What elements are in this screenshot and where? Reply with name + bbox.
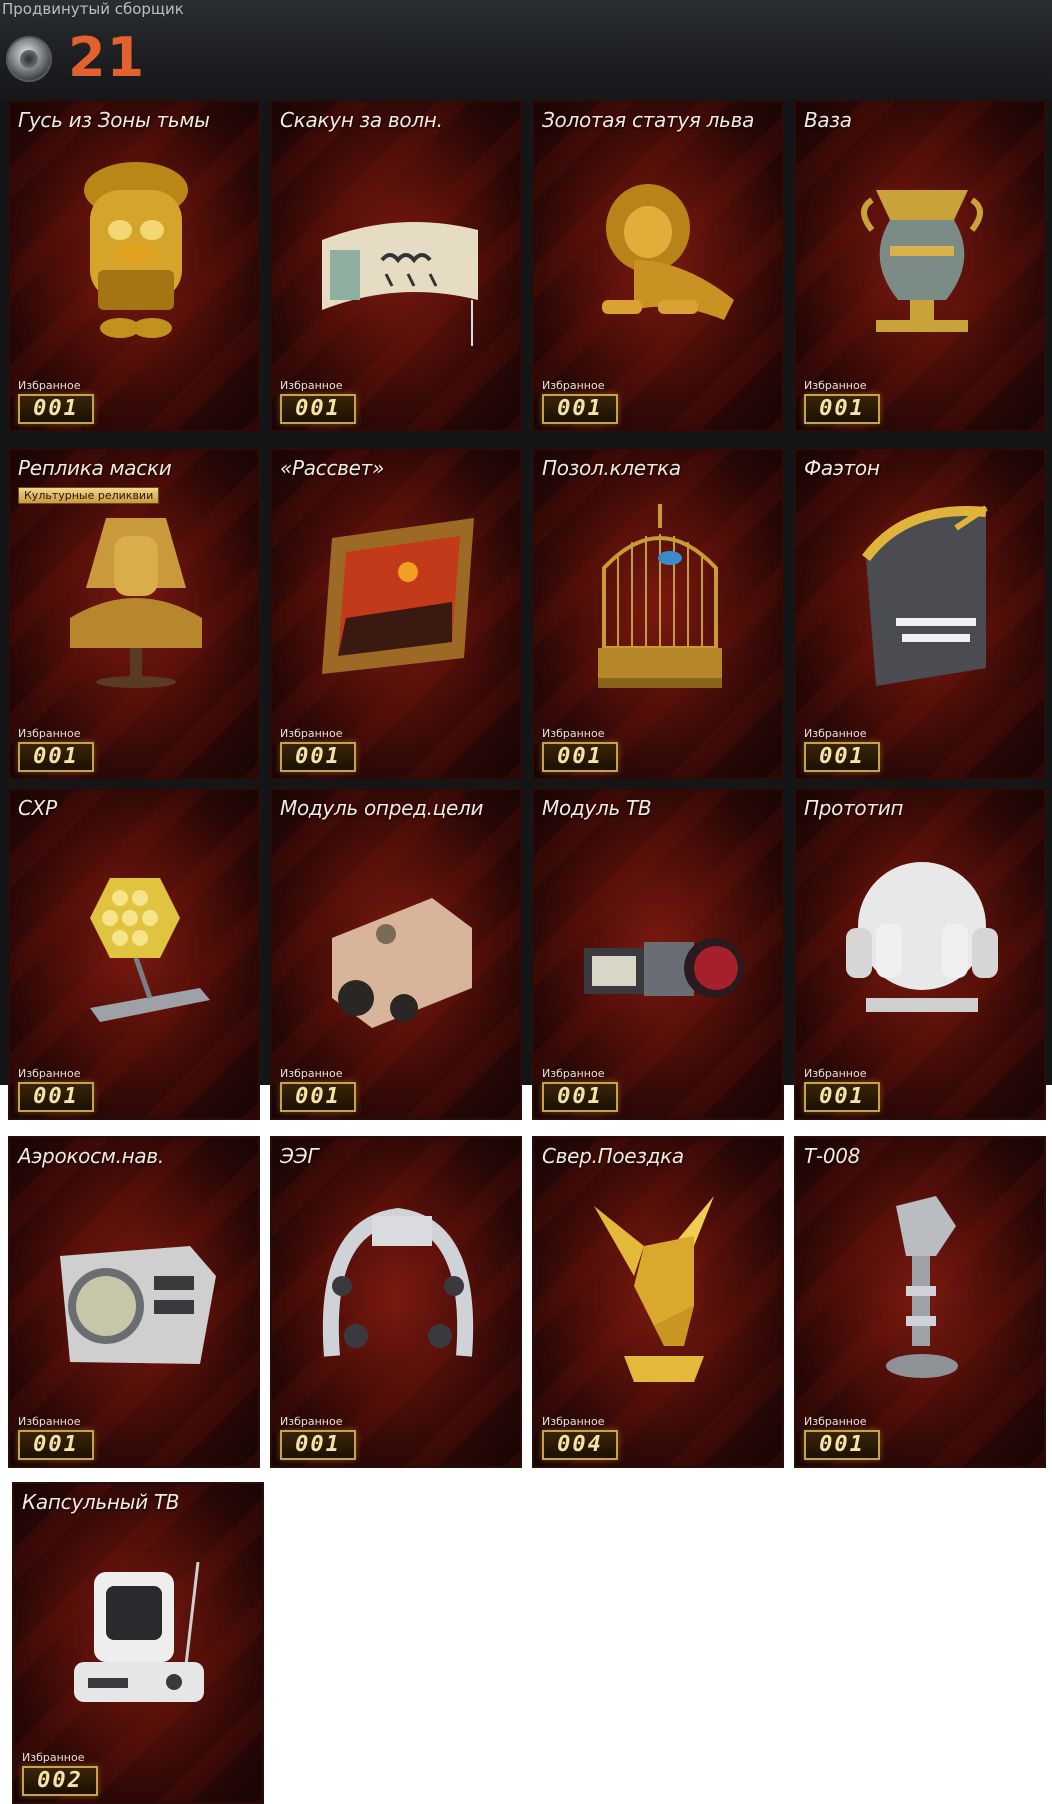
- gold-vase-icon: [861, 190, 983, 332]
- item-card[interactable]: Гусь из Зоны тьмы Избранное 001: [8, 100, 260, 432]
- item-name: СХР: [18, 796, 57, 820]
- favorite-label: Избранное: [18, 1415, 81, 1428]
- quantity-badge: 001: [18, 394, 94, 424]
- item-card[interactable]: Скакун за волн. Избранное 001: [270, 100, 522, 432]
- doomsday-clock-plaque-icon: [861, 505, 988, 686]
- favorite-label: Избранное: [280, 727, 343, 740]
- item-card[interactable]: СХР Избранное 001: [8, 788, 260, 1120]
- item-card[interactable]: Золотая статуя льва Избранное 001: [532, 100, 784, 432]
- prestige-emblem-icon: [6, 36, 52, 82]
- item-card[interactable]: Модуль опред.цели Избранное 001: [270, 788, 522, 1120]
- favorite-label: Избранное: [280, 1415, 343, 1428]
- favorite-label: Избранное: [18, 727, 81, 740]
- item-name: Прототип: [804, 796, 904, 820]
- item-name: Позол.клетка: [542, 456, 681, 480]
- item-card[interactable]: Свер.Поездка Избранное 004: [532, 1136, 784, 1468]
- quantity-badge: 001: [18, 742, 94, 772]
- quantity-badge: 001: [804, 1082, 880, 1112]
- item-card[interactable]: Модуль ТВ Избранное 001: [532, 788, 784, 1120]
- item-name: Реплика маски: [18, 456, 172, 480]
- item-name: Скакун за волн.: [280, 108, 443, 132]
- quantity-badge: 001: [280, 1082, 356, 1112]
- aerospace-nav-device-icon: [60, 1246, 216, 1364]
- hex-mirror-array-icon: [90, 878, 210, 1022]
- favorite-label: Избранное: [18, 379, 81, 392]
- item-name: Аэрокосм.нав.: [18, 1144, 164, 1168]
- gold-lion-statue-icon: [602, 184, 734, 320]
- favorite-label: Избранное: [804, 1067, 867, 1080]
- pharaoh-mask-icon: [70, 518, 202, 688]
- quantity-badge: 001: [280, 742, 356, 772]
- item-card[interactable]: ЭЭГ Избранное 001: [270, 1136, 522, 1468]
- item-name: Модуль ТВ: [542, 796, 652, 820]
- item-name: Фаэтон: [804, 456, 880, 480]
- framed-painting-icon: [322, 518, 474, 674]
- item-card[interactable]: Прототип Избранное 001: [794, 788, 1046, 1120]
- item-name: Свер.Поездка: [542, 1144, 684, 1168]
- item-name: Золотая статуя льва: [542, 108, 755, 132]
- favorite-label: Избранное: [542, 1415, 605, 1428]
- eeg-headset-icon: [322, 1207, 474, 1357]
- header-bar: Продвинутый сборщик 21: [0, 0, 1052, 100]
- item-card[interactable]: Капсульный ТВ Избранное 002: [12, 1482, 264, 1804]
- item-name: Модуль опред.цели: [280, 796, 484, 820]
- favorite-label: Избранное: [18, 1067, 81, 1080]
- favorite-label: Избранное: [804, 727, 867, 740]
- item-name: Ваза: [804, 108, 852, 132]
- favorite-label: Избранное: [542, 727, 605, 740]
- item-name: Капсульный ТВ: [22, 1490, 180, 1514]
- item-card[interactable]: Реплика маски Культурные реликвии Избран…: [8, 448, 260, 780]
- quantity-badge: 001: [542, 1082, 618, 1112]
- favorite-label: Избранное: [804, 379, 867, 392]
- item-card[interactable]: Т-008 Избранное 001: [794, 1136, 1046, 1468]
- gold-goose-statue-icon: [84, 162, 188, 338]
- quantity-badge: 001: [804, 1430, 880, 1460]
- quantity-badge: 002: [22, 1766, 98, 1796]
- target-module-camera-icon: [332, 898, 472, 1028]
- item-card[interactable]: Аэрокосм.нав. Избранное 001: [8, 1136, 260, 1468]
- horse-scroll-painting-icon: [322, 222, 478, 346]
- quantity-badge: 001: [804, 394, 880, 424]
- favorite-label: Избранное: [542, 1067, 605, 1080]
- quantity-badge: 004: [542, 1430, 618, 1460]
- quantity-badge: 001: [542, 394, 618, 424]
- favorite-label: Избранное: [280, 1067, 343, 1080]
- collection-count: 21: [68, 26, 146, 89]
- item-name: Гусь из Зоны тьмы: [18, 108, 210, 132]
- quantity-badge: 001: [18, 1082, 94, 1112]
- favorite-label: Избранное: [804, 1415, 867, 1428]
- capsule-tv-icon: [74, 1561, 204, 1702]
- item-name: ЭЭГ: [280, 1144, 319, 1168]
- quantity-badge: 001: [804, 742, 880, 772]
- favorite-label: Избранное: [542, 379, 605, 392]
- quantity-badge: 001: [280, 394, 356, 424]
- prototype-sphere-icon: [846, 862, 998, 1012]
- item-card[interactable]: Ваза Избранное 001: [794, 100, 1046, 432]
- quantity-badge: 001: [542, 742, 618, 772]
- favorite-label: Избранное: [280, 379, 343, 392]
- favorite-label: Избранное: [22, 1751, 85, 1764]
- item-card[interactable]: Фаэтон Избранное 001: [794, 448, 1046, 780]
- item-name: Т-008: [804, 1144, 861, 1168]
- robot-arm-statue-icon: [886, 1196, 958, 1378]
- item-name: «Рассвет»: [280, 456, 385, 480]
- item-card[interactable]: Позол.клетка Избранное 001: [532, 448, 784, 780]
- gold-pegasus-statue-icon: [594, 1196, 714, 1382]
- quantity-badge: 001: [18, 1430, 94, 1460]
- quantity-badge: 001: [280, 1430, 356, 1460]
- tv-module-lens-icon: [584, 938, 744, 998]
- gold-birdcage-icon: [598, 504, 722, 688]
- page-title: Продвинутый сборщик: [2, 0, 184, 18]
- item-card[interactable]: «Рассвет» Избранное 001: [270, 448, 522, 780]
